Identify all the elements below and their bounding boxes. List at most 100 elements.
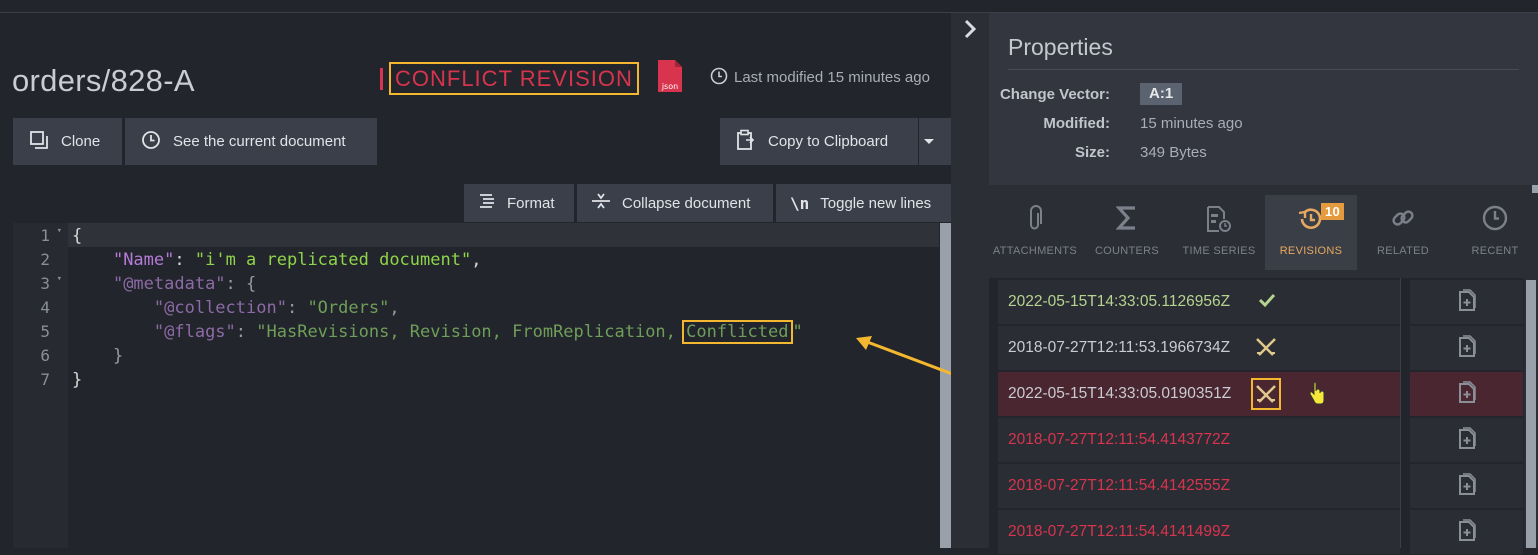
collapse-icon — [591, 192, 622, 214]
code-line: "@metadata": { — [112, 274, 257, 294]
revision-timestamp[interactable]: 2022-05-15T14:33:05.0190351Z — [1008, 385, 1231, 403]
fold-icon: ▾ — [56, 226, 62, 236]
revision-row[interactable]: 2018-07-27T12:11:54.4141499Z — [998, 510, 1400, 555]
caret-down-icon — [923, 133, 947, 150]
format-label: Format — [507, 194, 555, 212]
svg-text:json: json — [661, 82, 678, 91]
tab-attachments[interactable]: ATTACHMENTS — [989, 195, 1081, 270]
compare-revision-button[interactable] — [1410, 510, 1523, 555]
scrollbar-thumb[interactable] — [1526, 280, 1536, 548]
document-title: orders/828-A — [12, 63, 195, 98]
conflict-swords-icon — [1254, 337, 1278, 362]
compare-revision-button[interactable] — [1410, 372, 1523, 417]
document-icon — [1458, 288, 1476, 316]
tab-label: ATTACHMENTS — [992, 245, 1078, 257]
conflict-revision-label: CONFLICT REVISION — [389, 62, 639, 95]
clone-button[interactable]: Clone — [13, 118, 122, 165]
clone-icon — [29, 130, 61, 154]
tab-recent[interactable]: RECENT — [1449, 195, 1538, 270]
size-label: Size: — [1074, 144, 1110, 161]
divider — [1400, 278, 1401, 548]
conflicted-flag-highlight: Conflicted — [682, 320, 793, 344]
toggle-new-lines-label: Toggle new lines — [820, 194, 932, 212]
json-editor[interactable]: 1 ▾ 2 3 ▾ 4 5 6 7 { "Name": "i'm a replica… — [13, 223, 939, 548]
tab-time-series[interactable]: TIME SERIES — [1173, 195, 1265, 270]
change-vector-label: Change Vector: — [999, 86, 1110, 103]
compare-revision-button[interactable] — [1410, 326, 1523, 371]
line-number: 7 — [40, 370, 50, 389]
last-modified: Last modified 15 minutes ago — [710, 67, 930, 89]
format-icon — [478, 192, 507, 214]
sigma-icon — [1081, 205, 1173, 235]
document-icon — [1458, 426, 1476, 454]
line-number: 4 — [40, 298, 50, 317]
chevron-right-icon — [961, 17, 979, 46]
revision-timestamp[interactable]: 2018-07-27T12:11:53.1966734Z — [1008, 339, 1230, 357]
tab-label: TIME SERIES — [1182, 245, 1256, 257]
tab-counters[interactable]: COUNTERS — [1081, 195, 1173, 270]
revision-row[interactable]: 2018-07-27T12:11:54.4142555Z — [998, 464, 1400, 509]
see-current-document-button[interactable]: See the current document — [125, 118, 377, 165]
line-number: 6 — [40, 346, 50, 365]
modified-row: Modified: 15 minutes ago — [989, 112, 1538, 136]
modified-value: 15 minutes ago — [1140, 115, 1243, 132]
collapse-document-button[interactable]: Collapse document — [577, 184, 773, 222]
see-current-label: See the current document — [173, 133, 346, 150]
clock-icon — [1449, 205, 1538, 235]
change-vector-badge[interactable]: A:1 — [1140, 83, 1183, 105]
tab-label: RELATED — [1376, 245, 1430, 257]
active-line-highlight — [68, 223, 939, 247]
tab-label: COUNTERS — [1094, 245, 1160, 257]
divider — [1008, 69, 1519, 70]
compare-revision-button[interactable] — [1410, 418, 1523, 463]
revisions-count-badge: 10 — [1321, 203, 1345, 220]
fold-icon: ▾ — [56, 274, 62, 284]
size-row: Size: 349 Bytes — [989, 141, 1538, 165]
change-vector-row: Change Vector: A:1 — [989, 83, 1538, 107]
timeseries-icon — [1173, 205, 1265, 235]
compare-revision-button[interactable] — [1410, 464, 1523, 509]
code-line: } — [72, 370, 83, 390]
line-number: 5 — [40, 322, 50, 341]
revisions-scrollbar[interactable] — [1524, 278, 1538, 548]
conflict-marker — [380, 68, 383, 90]
copy-to-clipboard-button[interactable]: Copy to Clipboard — [720, 118, 918, 165]
modified-label: Modified: — [1043, 115, 1110, 132]
revision-timestamp[interactable]: 2022-05-15T14:33:05.1126956Z — [1008, 293, 1230, 311]
collapse-label: Collapse document — [622, 194, 751, 212]
code-line: } — [112, 346, 124, 366]
clipboard-icon — [736, 129, 768, 155]
properties-title: Properties — [1008, 34, 1113, 60]
toggle-new-lines-button[interactable]: \n Toggle new lines — [776, 184, 951, 222]
revision-row[interactable]: 2022-05-15T14:33:05.1126956Z — [998, 280, 1400, 325]
line-number: 3 ▾ — [40, 274, 62, 293]
revision-row[interactable]: 2018-07-27T12:11:54.4143772Z — [998, 418, 1400, 463]
tab-revisions[interactable]: 10 REVISIONS — [1265, 195, 1357, 270]
link-icon — [1357, 205, 1449, 235]
document-icon — [1458, 334, 1476, 362]
code-line: "Name": "i'm a replicated document", — [112, 250, 482, 270]
compare-revision-button[interactable] — [1410, 280, 1523, 325]
hand-cursor-icon — [1308, 381, 1326, 411]
revision-timestamp[interactable]: 2018-07-27T12:11:54.4143772Z — [1008, 431, 1230, 449]
format-button[interactable]: Format — [464, 184, 574, 222]
top-bar — [0, 0, 1538, 13]
clock-icon — [141, 130, 173, 154]
copy-options-dropdown[interactable] — [919, 118, 951, 165]
tab-related[interactable]: RELATED — [1357, 195, 1449, 270]
line-number-gutter: 1 ▾ 2 3 ▾ 4 5 6 7 — [13, 223, 68, 548]
line-number: 1 ▾ — [40, 226, 62, 245]
document-icon — [1458, 472, 1476, 500]
sidebar-tabs: ATTACHMENTS COUNTERS TIME SERIES 10 REVI… — [989, 195, 1538, 270]
revision-row[interactable]: 2018-07-27T12:11:53.1966734Z — [998, 326, 1400, 371]
revision-timestamp[interactable]: 2018-07-27T12:11:54.4141499Z — [1008, 523, 1230, 541]
check-icon — [1258, 291, 1276, 314]
properties-scrollbar[interactable] — [1532, 185, 1538, 193]
revision-row-selected[interactable]: 2022-05-15T14:33:05.0190351Z — [998, 372, 1400, 417]
conflict-swords-icon — [1251, 378, 1281, 410]
collapse-sidebar-button[interactable] — [951, 13, 989, 548]
revision-timestamp[interactable]: 2018-07-27T12:11:54.4142555Z — [1008, 477, 1230, 495]
properties-panel: Properties Change Vector: A:1 Modified: … — [989, 13, 1538, 185]
line-number: 2 — [40, 250, 50, 269]
revisions-list: 2022-05-15T14:33:05.1126956Z 2018-07-27T… — [989, 278, 1538, 555]
